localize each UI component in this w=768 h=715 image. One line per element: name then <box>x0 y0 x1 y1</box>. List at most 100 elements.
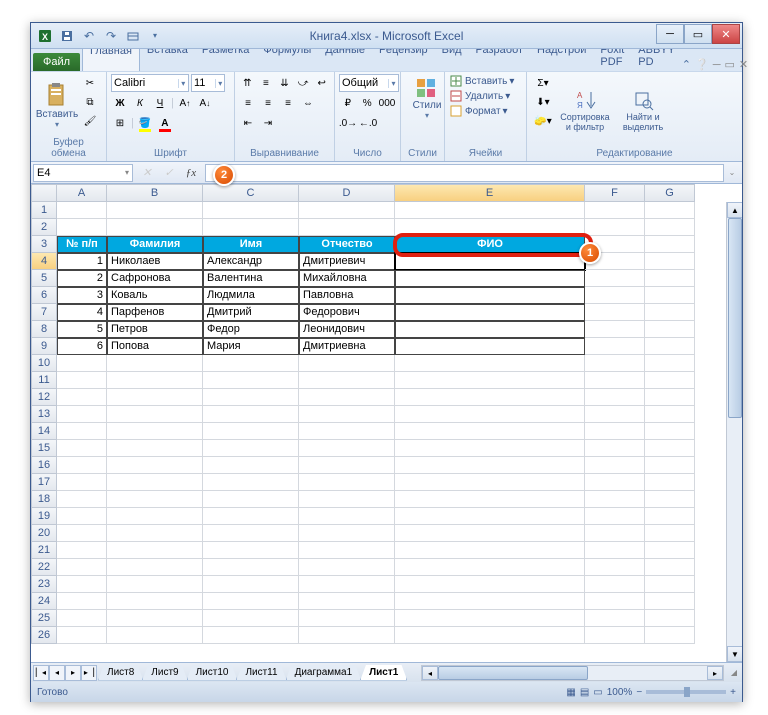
cell[interactable] <box>395 474 585 491</box>
cell[interactable] <box>107 542 203 559</box>
cell[interactable] <box>395 406 585 423</box>
cell[interactable]: 6 <box>57 338 107 355</box>
row-header[interactable]: 3 <box>31 236 57 253</box>
cell[interactable] <box>395 576 585 593</box>
cell[interactable] <box>299 525 395 542</box>
excel-icon[interactable]: X <box>35 26 55 46</box>
select-all-corner[interactable] <box>31 184 57 202</box>
cell[interactable] <box>203 219 299 236</box>
cell[interactable] <box>395 389 585 406</box>
cell[interactable] <box>645 508 695 525</box>
autosum-button[interactable]: Σ▾ <box>531 74 555 92</box>
cell[interactable] <box>299 593 395 610</box>
cell[interactable] <box>585 372 645 389</box>
font-size-input[interactable] <box>192 77 215 89</box>
cell[interactable]: Попова <box>107 338 203 355</box>
row-header[interactable]: 16 <box>31 457 57 474</box>
align-center-button[interactable]: ≡ <box>259 94 277 112</box>
cell[interactable] <box>395 253 585 270</box>
cell[interactable] <box>395 423 585 440</box>
cell[interactable] <box>645 440 695 457</box>
prev-sheet-button[interactable]: ◂ <box>49 665 65 681</box>
sheet-tab[interactable]: Лист11 <box>236 665 286 681</box>
sheet-tab[interactable]: Лист1 <box>360 665 407 681</box>
cell[interactable] <box>645 406 695 423</box>
shrink-font-button[interactable]: A↓ <box>196 94 214 112</box>
cell[interactable] <box>107 593 203 610</box>
cell[interactable] <box>395 593 585 610</box>
formula-input[interactable] <box>205 164 724 182</box>
cell[interactable] <box>645 287 695 304</box>
cell[interactable]: Федорович <box>299 304 395 321</box>
row-header[interactable]: 18 <box>31 491 57 508</box>
row-header[interactable]: 19 <box>31 508 57 525</box>
cell[interactable] <box>645 423 695 440</box>
first-sheet-button[interactable]: ▏◂ <box>33 665 49 681</box>
indent-inc-button[interactable]: ⇥ <box>259 114 277 132</box>
cell[interactable] <box>585 321 645 338</box>
row-header[interactable]: 10 <box>31 355 57 372</box>
cell[interactable]: Николаев <box>107 253 203 270</box>
cell[interactable] <box>57 559 107 576</box>
scroll-right-icon[interactable]: ▸ <box>707 666 723 680</box>
cell[interactable] <box>203 542 299 559</box>
cell[interactable] <box>395 491 585 508</box>
vertical-scrollbar[interactable]: ▲ ▼ <box>726 202 742 662</box>
cell[interactable] <box>585 457 645 474</box>
underline-button[interactable]: Ч <box>151 94 169 112</box>
cell[interactable] <box>203 440 299 457</box>
next-sheet-button[interactable]: ▸ <box>65 665 81 681</box>
cell[interactable] <box>645 576 695 593</box>
qat-more[interactable]: ▾ <box>145 26 165 46</box>
column-header[interactable]: F <box>585 184 645 202</box>
cell[interactable] <box>585 287 645 304</box>
cell[interactable] <box>645 304 695 321</box>
cell[interactable] <box>299 202 395 219</box>
cell[interactable]: 4 <box>57 304 107 321</box>
cell[interactable] <box>395 627 585 644</box>
horizontal-scrollbar[interactable]: ◂ ▸ <box>421 665 724 681</box>
cell[interactable] <box>107 491 203 508</box>
cell[interactable] <box>585 610 645 627</box>
cell[interactable]: Отчество <box>299 236 395 253</box>
cell[interactable] <box>585 559 645 576</box>
cancel-formula-icon[interactable]: ✕ <box>137 164 157 182</box>
row-header[interactable]: 17 <box>31 474 57 491</box>
cell[interactable] <box>585 576 645 593</box>
zoom-out-button[interactable]: − <box>636 687 642 698</box>
row-header[interactable]: 4 <box>31 253 57 270</box>
cell[interactable]: Михайловна <box>299 270 395 287</box>
format-cells-button[interactable]: Формат▾ <box>449 104 522 118</box>
enter-formula-icon[interactable]: ✓ <box>159 164 179 182</box>
column-header[interactable]: C <box>203 184 299 202</box>
cell[interactable] <box>57 508 107 525</box>
cell[interactable] <box>107 372 203 389</box>
cell[interactable] <box>107 457 203 474</box>
row-header[interactable]: 9 <box>31 338 57 355</box>
row-header[interactable]: 1 <box>31 202 57 219</box>
cell[interactable] <box>107 355 203 372</box>
cell[interactable] <box>203 474 299 491</box>
cell[interactable] <box>585 474 645 491</box>
cell[interactable] <box>299 389 395 406</box>
cell[interactable] <box>395 202 585 219</box>
row-header[interactable]: 7 <box>31 304 57 321</box>
cell[interactable]: Мария <box>203 338 299 355</box>
cell[interactable]: Сафронова <box>107 270 203 287</box>
cell[interactable] <box>395 559 585 576</box>
cell[interactable] <box>203 372 299 389</box>
cell[interactable] <box>203 389 299 406</box>
cell[interactable] <box>395 287 585 304</box>
cell[interactable]: 1 <box>57 253 107 270</box>
cell[interactable] <box>57 440 107 457</box>
orientation-button[interactable]: ⤻ <box>295 74 312 92</box>
row-header[interactable]: 23 <box>31 576 57 593</box>
paste-button[interactable]: Вставить ▾ <box>35 74 79 135</box>
cell[interactable]: Дмитриевна <box>299 338 395 355</box>
font-size-combo[interactable]: ▾ <box>191 74 225 92</box>
cell[interactable] <box>585 627 645 644</box>
cell[interactable]: Александр <box>203 253 299 270</box>
row-header[interactable]: 12 <box>31 389 57 406</box>
cell[interactable]: 2 <box>57 270 107 287</box>
doc-restore-icon[interactable]: ▭ <box>724 58 734 71</box>
